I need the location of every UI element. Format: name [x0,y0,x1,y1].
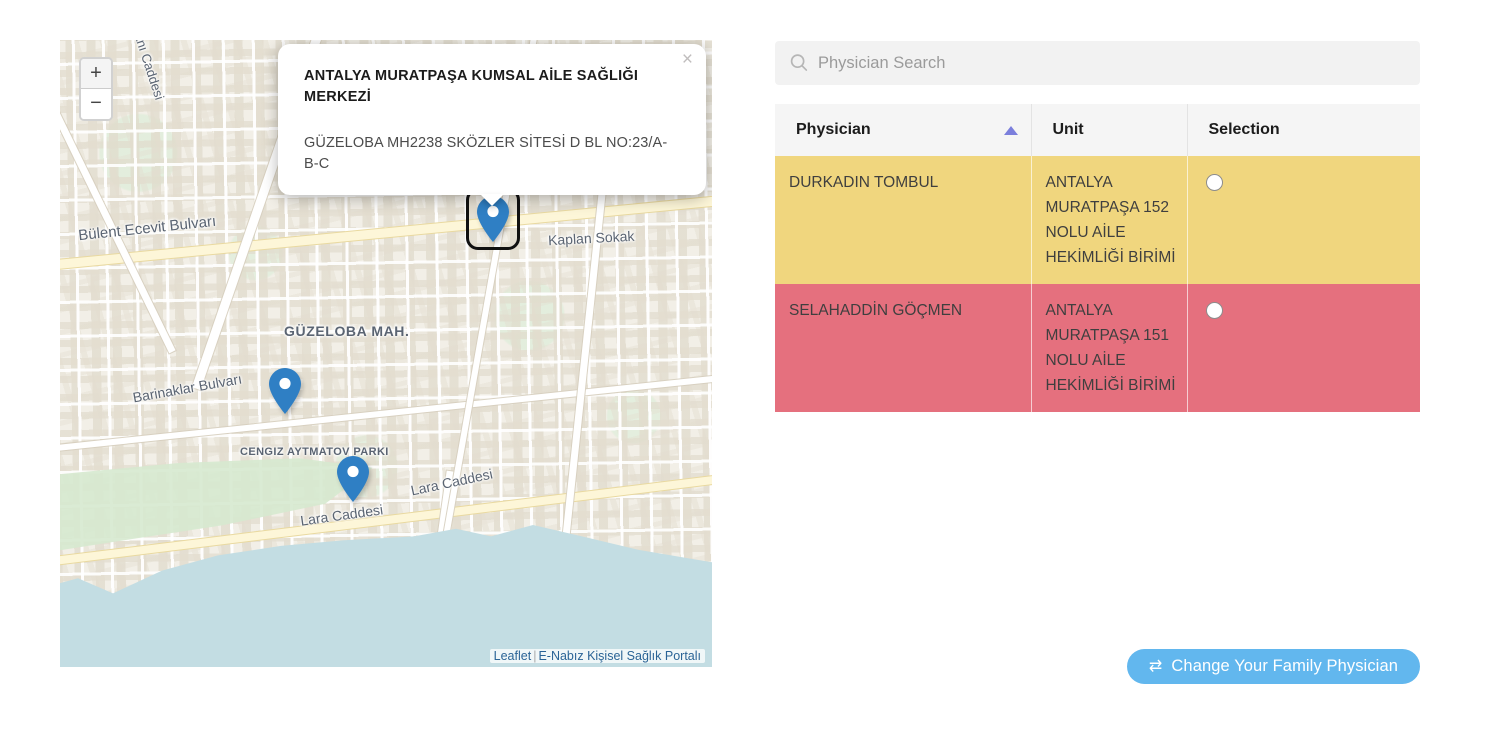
column-header-physician-label: Physician [796,121,871,138]
column-header-selection-label: Selection [1208,121,1280,138]
change-family-physician-button[interactable]: ⇄ Change Your Family Physician [1126,649,1420,684]
cell-physician-name: DURKADIN TOMBUL [775,156,1032,284]
table-row[interactable]: DURKADIN TOMBUL ANTALYA MURATPAŞA 152 NO… [775,156,1420,284]
swap-arrows-icon: ⇄ [1148,657,1163,675]
cell-physician-name: SELAHADDİN GÖÇMEN [775,284,1032,412]
actions-bar: ⇄ Change Your Family Physician [775,649,1420,684]
leaflet-link[interactable]: Leaflet [494,649,532,663]
column-header-physician[interactable]: Physician [775,104,1032,156]
popup-address: GÜZELOBA MH2238 SKÖZLER SİTESİ D BL NO:2… [304,135,668,172]
column-header-unit-label: Unit [1052,121,1084,138]
selection-radio-button[interactable] [1205,302,1223,319]
physician-search-box[interactable] [775,41,1420,85]
cell-selection[interactable] [1187,156,1420,284]
cell-unit-name: ANTALYA MURATPAŞA 151 NOLU AİLE HEKİMLİĞ… [1031,284,1188,412]
selection-radio-button[interactable] [1205,174,1223,191]
location-pin-icon [269,368,301,414]
map-panel[interactable]: Bülent Ecevit Bulvarı Kaplan Sokak alanı… [60,40,712,667]
column-header-selection[interactable]: Selection [1187,104,1420,156]
app-root: Bülent Ecevit Bulvarı Kaplan Sokak alanı… [0,0,1498,730]
search-icon [790,54,808,71]
provider-link[interactable]: E-Nabız Kişisel Sağlık Portalı [538,649,701,663]
sort-ascending-icon[interactable] [1003,126,1018,135]
zoom-in-button[interactable]: + [81,59,111,89]
popup-title: ANTALYA MURATPAŞA KUMSAL AİLE SAĞLIĞI ME… [304,68,639,105]
column-header-unit[interactable]: Unit [1031,104,1188,156]
physician-panel: Physician Unit Selection DURKADIN TOMBUL… [775,41,1420,412]
popup-tail [480,194,504,206]
map-attribution: Leaflet | E-Nabız Kişisel Sağlık Portalı [489,649,705,663]
attribution-separator: | [533,649,537,663]
map-zoom-control[interactable]: + − [79,57,113,121]
map-popup: × ANTALYA MURATPAŞA KUMSAL AİLE SAĞLIĞI … [278,44,706,206]
cell-selection[interactable] [1187,284,1420,412]
change-family-physician-label: Change Your Family Physician [1171,657,1398,675]
location-pin-icon [337,456,369,502]
zoom-out-button[interactable]: − [81,89,111,119]
table-row[interactable]: SELAHADDİN GÖÇMEN ANTALYA MURATPAŞA 151 … [775,284,1420,412]
map-marker-pin[interactable] [335,455,371,503]
search-input[interactable] [816,43,1376,83]
table-header: Physician Unit Selection [775,104,1420,156]
map-marker-pin[interactable] [267,367,303,415]
close-icon[interactable]: × [682,50,693,69]
physician-table: Physician Unit Selection DURKADIN TOMBUL… [775,104,1420,412]
cell-unit-name: ANTALYA MURATPAŞA 152 NOLU AİLE HEKİMLİĞ… [1031,156,1188,284]
table-body: DURKADIN TOMBUL ANTALYA MURATPAŞA 152 NO… [775,156,1420,412]
table-header-row: Physician Unit Selection [775,104,1420,156]
